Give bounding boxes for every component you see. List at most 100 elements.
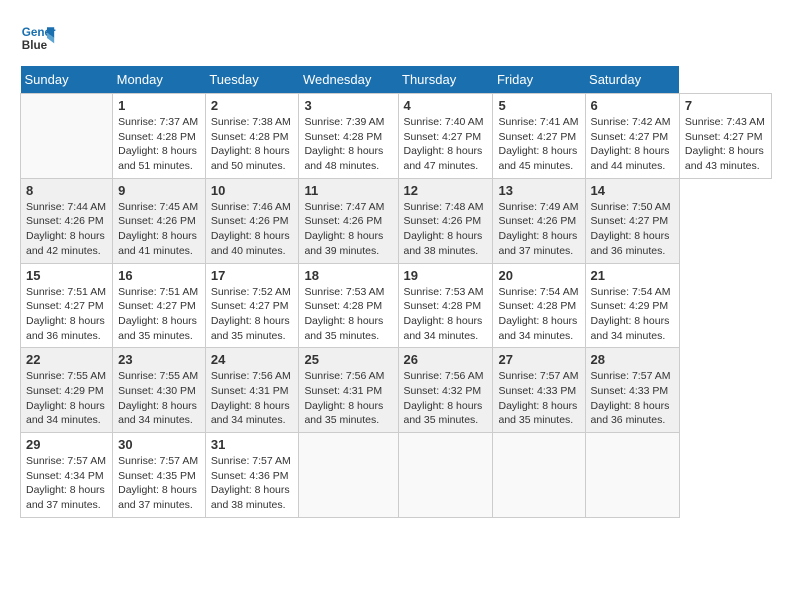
header: General Blue xyxy=(20,20,772,56)
calendar-cell: 6 Sunrise: 7:42 AMSunset: 4:27 PMDaylight… xyxy=(585,94,679,179)
calendar-cell: 29 Sunrise: 7:57 AMSunset: 4:34 PMDayligh… xyxy=(21,433,113,518)
day-info: Sunrise: 7:51 AMSunset: 4:27 PMDaylight:… xyxy=(118,285,200,344)
logo-icon: General Blue xyxy=(20,20,56,56)
day-info: Sunrise: 7:53 AMSunset: 4:28 PMDaylight:… xyxy=(404,285,488,344)
day-number: 13 xyxy=(498,183,579,198)
calendar-cell: 30 Sunrise: 7:57 AMSunset: 4:35 PMDayligh… xyxy=(113,433,206,518)
calendar-cell: 8Sunrise: 7:44 AMSunset: 4:26 PMDaylight… xyxy=(21,178,113,263)
day-number: 16 xyxy=(118,268,200,283)
calendar-cell: 26 Sunrise: 7:56 AMSunset: 4:32 PMDayligh… xyxy=(398,348,493,433)
calendar-header-monday: Monday xyxy=(113,66,206,94)
calendar-cell: 5Sunrise: 7:41 AMSunset: 4:27 PMDaylight… xyxy=(493,94,585,179)
day-number: 29 xyxy=(26,437,107,452)
calendar-cell: 27 Sunrise: 7:57 AMSunset: 4:33 PMDayligh… xyxy=(493,348,585,433)
day-number: 7 xyxy=(685,98,766,113)
calendar-cell xyxy=(299,433,398,518)
day-info: Sunrise: 7:56 AMSunset: 4:31 PMDaylight:… xyxy=(304,369,392,428)
calendar-cell: 17 Sunrise: 7:52 AMSunset: 4:27 PMDayligh… xyxy=(205,263,299,348)
calendar-week-row: 29 Sunrise: 7:57 AMSunset: 4:34 PMDayligh… xyxy=(21,433,772,518)
calendar-cell: 24Sunrise: 7:56 AMSunset: 4:31 PMDayligh… xyxy=(205,348,299,433)
day-number: 21 xyxy=(591,268,674,283)
calendar-cell: 20 Sunrise: 7:54 AMSunset: 4:28 PMDayligh… xyxy=(493,263,585,348)
day-number: 27 xyxy=(498,352,579,367)
day-info: Sunrise: 7:52 AMSunset: 4:27 PMDaylight:… xyxy=(211,285,294,344)
day-number: 31 xyxy=(211,437,294,452)
day-number: 20 xyxy=(498,268,579,283)
calendar-header-friday: Friday xyxy=(493,66,585,94)
calendar-cell xyxy=(21,94,113,179)
calendar-cell: 18Sunrise: 7:53 AMSunset: 4:28 PMDayligh… xyxy=(299,263,398,348)
day-info: Sunrise: 7:56 AMSunset: 4:31 PMDaylight:… xyxy=(211,369,294,428)
day-info: Sunrise: 7:57 AMSunset: 4:35 PMDaylight:… xyxy=(118,454,200,513)
day-info: Sunrise: 7:38 AMSunset: 4:28 PMDaylight:… xyxy=(211,115,294,174)
day-info: Sunrise: 7:42 AMSunset: 4:27 PMDaylight:… xyxy=(591,115,674,174)
day-number: 14 xyxy=(591,183,674,198)
calendar-cell: 7 Sunrise: 7:43 AMSunset: 4:27 PMDaylight… xyxy=(679,94,771,179)
day-number: 3 xyxy=(304,98,392,113)
day-number: 30 xyxy=(118,437,200,452)
day-info: Sunrise: 7:45 AMSunset: 4:26 PMDaylight:… xyxy=(118,200,200,259)
day-number: 19 xyxy=(404,268,488,283)
day-number: 2 xyxy=(211,98,294,113)
day-number: 1 xyxy=(118,98,200,113)
day-info: Sunrise: 7:50 AMSunset: 4:27 PMDaylight:… xyxy=(591,200,674,259)
day-info: Sunrise: 7:55 AMSunset: 4:29 PMDaylight:… xyxy=(26,369,107,428)
calendar-cell: 22 Sunrise: 7:55 AMSunset: 4:29 PMDayligh… xyxy=(21,348,113,433)
day-info: Sunrise: 7:37 AMSunset: 4:28 PMDaylight:… xyxy=(118,115,200,174)
day-info: Sunrise: 7:46 AMSunset: 4:26 PMDaylight:… xyxy=(211,200,294,259)
day-info: Sunrise: 7:40 AMSunset: 4:27 PMDaylight:… xyxy=(404,115,488,174)
calendar-cell: 4 Sunrise: 7:40 AMSunset: 4:27 PMDaylight… xyxy=(398,94,493,179)
day-info: Sunrise: 7:48 AMSunset: 4:26 PMDaylight:… xyxy=(404,200,488,259)
day-number: 12 xyxy=(404,183,488,198)
day-number: 17 xyxy=(211,268,294,283)
day-info: Sunrise: 7:57 AMSunset: 4:33 PMDaylight:… xyxy=(591,369,674,428)
day-info: Sunrise: 7:56 AMSunset: 4:32 PMDaylight:… xyxy=(404,369,488,428)
calendar-cell: 21 Sunrise: 7:54 AMSunset: 4:29 PMDayligh… xyxy=(585,263,679,348)
day-info: Sunrise: 7:47 AMSunset: 4:26 PMDaylight:… xyxy=(304,200,392,259)
calendar-cell: 13 Sunrise: 7:49 AMSunset: 4:26 PMDayligh… xyxy=(493,178,585,263)
day-info: Sunrise: 7:57 AMSunset: 4:36 PMDaylight:… xyxy=(211,454,294,513)
day-info: Sunrise: 7:43 AMSunset: 4:27 PMDaylight:… xyxy=(685,115,766,174)
calendar-header-wednesday: Wednesday xyxy=(299,66,398,94)
day-number: 4 xyxy=(404,98,488,113)
calendar-cell: 11 Sunrise: 7:47 AMSunset: 4:26 PMDayligh… xyxy=(299,178,398,263)
calendar-cell: 31 Sunrise: 7:57 AMSunset: 4:36 PMDayligh… xyxy=(205,433,299,518)
day-info: Sunrise: 7:44 AMSunset: 4:26 PMDaylight:… xyxy=(26,200,107,259)
day-number: 22 xyxy=(26,352,107,367)
day-info: Sunrise: 7:57 AMSunset: 4:34 PMDaylight:… xyxy=(26,454,107,513)
calendar-week-row: 8Sunrise: 7:44 AMSunset: 4:26 PMDaylight… xyxy=(21,178,772,263)
calendar-cell: 16 Sunrise: 7:51 AMSunset: 4:27 PMDayligh… xyxy=(113,263,206,348)
calendar-cell: 3 Sunrise: 7:39 AMSunset: 4:28 PMDaylight… xyxy=(299,94,398,179)
day-number: 23 xyxy=(118,352,200,367)
calendar-cell: 10Sunrise: 7:46 AMSunset: 4:26 PMDayligh… xyxy=(205,178,299,263)
day-info: Sunrise: 7:55 AMSunset: 4:30 PMDaylight:… xyxy=(118,369,200,428)
day-number: 15 xyxy=(26,268,107,283)
day-number: 11 xyxy=(304,183,392,198)
calendar-table: SundayMondayTuesdayWednesdayThursdayFrid… xyxy=(20,66,772,518)
svg-text:Blue: Blue xyxy=(22,39,48,52)
calendar-cell: 1 Sunrise: 7:37 AMSunset: 4:28 PMDaylight… xyxy=(113,94,206,179)
day-info: Sunrise: 7:54 AMSunset: 4:28 PMDaylight:… xyxy=(498,285,579,344)
day-number: 9 xyxy=(118,183,200,198)
calendar-cell: 15Sunrise: 7:51 AMSunset: 4:27 PMDayligh… xyxy=(21,263,113,348)
calendar-week-row: 1 Sunrise: 7:37 AMSunset: 4:28 PMDaylight… xyxy=(21,94,772,179)
calendar-header-thursday: Thursday xyxy=(398,66,493,94)
calendar-cell xyxy=(493,433,585,518)
day-info: Sunrise: 7:39 AMSunset: 4:28 PMDaylight:… xyxy=(304,115,392,174)
day-number: 18 xyxy=(304,268,392,283)
calendar-cell: 2 Sunrise: 7:38 AMSunset: 4:28 PMDaylight… xyxy=(205,94,299,179)
day-number: 26 xyxy=(404,352,488,367)
day-info: Sunrise: 7:57 AMSunset: 4:33 PMDaylight:… xyxy=(498,369,579,428)
calendar-week-row: 15 Sunrise: 7:51 AMSunset: 4:27 PMDayligh… xyxy=(21,263,772,348)
calendar-cell: 28Sunrise: 7:57 AMSunset: 4:33 PMDayligh… xyxy=(585,348,679,433)
day-info: Sunrise: 7:54 AMSunset: 4:29 PMDaylight:… xyxy=(591,285,674,344)
calendar-cell: 14 Sunrise: 7:50 AMSunset: 4:27 PMDayligh… xyxy=(585,178,679,263)
calendar-cell: 25Sunrise: 7:56 AMSunset: 4:31 PMDayligh… xyxy=(299,348,398,433)
logo: General Blue xyxy=(20,20,56,56)
calendar-cell: 23 Sunrise: 7:55 AMSunset: 4:30 PMDayligh… xyxy=(113,348,206,433)
day-number: 5 xyxy=(498,98,579,113)
calendar-cell xyxy=(398,433,493,518)
calendar-cell: 19 Sunrise: 7:53 AMSunset: 4:28 PMDayligh… xyxy=(398,263,493,348)
day-number: 6 xyxy=(591,98,674,113)
day-info: Sunrise: 7:49 AMSunset: 4:26 PMDaylight:… xyxy=(498,200,579,259)
